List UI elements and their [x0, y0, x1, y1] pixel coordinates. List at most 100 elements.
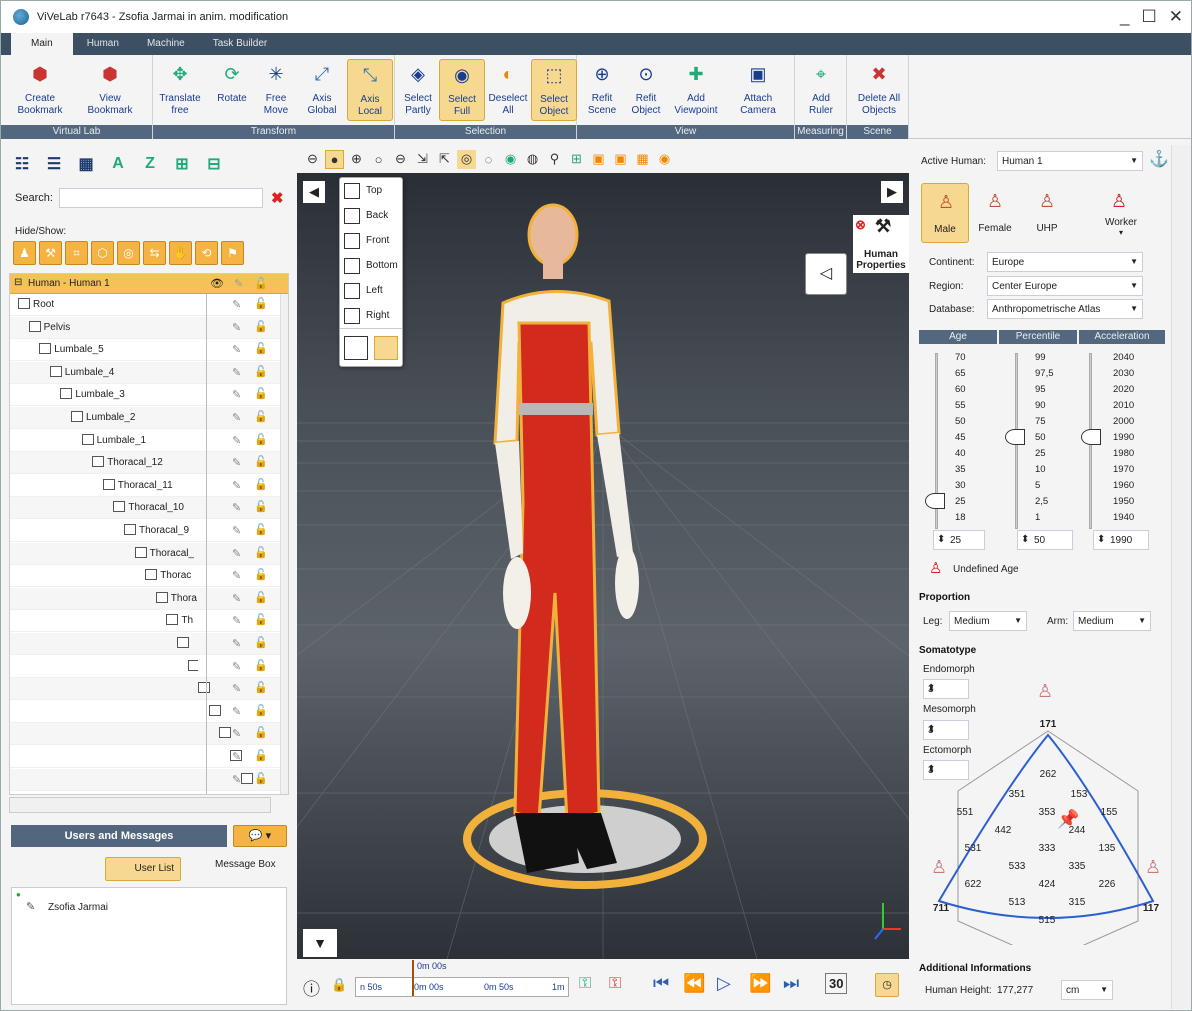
transform-filter-icon[interactable]: ⟲ [195, 241, 218, 265]
lock-icon[interactable]: 🔓 [254, 659, 268, 672]
user-list-button[interactable]: User List [105, 857, 181, 881]
sort-za-icon[interactable]: Z [137, 150, 163, 178]
male-button[interactable]: ♙ Male [921, 183, 969, 243]
timeline-track[interactable]: n 50s 0m 00s 0m 50s 1m [355, 960, 569, 997]
somatochart[interactable]: 171262351 153551 353 155442 244531 333 135533 3… [911, 675, 1167, 945]
select-partly-button[interactable]: ◈ Select Partly [395, 59, 441, 121]
view-front-item[interactable]: Front [340, 228, 402, 253]
comment-button[interactable]: ◁ [805, 253, 847, 295]
tree-row[interactable]: Thoracal_ ✎ 🔓 [10, 542, 280, 565]
lock-icon[interactable]: 🔓 [254, 546, 268, 559]
leg-select[interactable]: Medium [949, 611, 1027, 631]
lock-icon[interactable]: 🔓 [254, 455, 268, 468]
undefined-age-icon[interactable]: ♙ [929, 559, 942, 577]
render-wire-icon[interactable]: ⊖ [303, 150, 322, 169]
lock-icon[interactable]: 🔓 [254, 704, 268, 717]
properties-scrollbar[interactable] [1171, 145, 1191, 1009]
close-button[interactable]: ✕ [1169, 7, 1183, 27]
human-model[interactable] [493, 203, 639, 873]
human-filter-icon[interactable]: ♟ [13, 241, 36, 265]
region-select[interactable]: Center Europe [987, 276, 1143, 296]
orthographic-icon[interactable] [374, 335, 398, 360]
maximize-button[interactable]: ☐ [1142, 7, 1157, 27]
delete-all-objects-button[interactable]: ✖ Delete All Objects [853, 59, 905, 121]
list-item[interactable]: Zsofia Jarmai [48, 902, 108, 913]
clock-icon[interactable]: ◷ [875, 973, 899, 997]
lock-icon[interactable]: 🔓 [254, 613, 268, 626]
lock-icon[interactable]: 🔓 [254, 500, 268, 513]
tab-main[interactable]: Main [11, 33, 73, 55]
playhead[interactable] [412, 960, 414, 996]
pin-icon[interactable]: ✎ [232, 479, 241, 492]
eye-icon[interactable]: 👁 [210, 277, 224, 290]
lock-icon[interactable]: 🔓 [254, 387, 268, 400]
pin-icon[interactable]: ✎ [232, 569, 241, 582]
uhp-button[interactable]: ♙ UHP [1023, 183, 1071, 243]
tree-row[interactable]: ✎ 🔓 [10, 633, 280, 655]
clear-search-icon[interactable]: ✖ [271, 189, 284, 207]
pin-icon[interactable]: ✎ [232, 321, 241, 334]
step-back-icon[interactable]: ⏪ [683, 973, 705, 994]
marker-filter-icon[interactable]: ⚑ [221, 241, 244, 265]
arrow-filter-icon[interactable]: ⇆ [143, 241, 166, 265]
view-bookmark-button[interactable]: ⬢ View Bookmark [87, 59, 133, 121]
pin-icon[interactable]: ✎ [232, 727, 241, 740]
anchor-icon[interactable]: ⚓ [1149, 149, 1169, 169]
lock-icon[interactable]: 🔓 [254, 523, 268, 536]
pin-icon[interactable]: ✎ [232, 682, 241, 695]
tab-machine[interactable]: Machine [133, 33, 199, 55]
tree-row[interactable]: Thoracal_9 ✎ 🔓 [10, 520, 280, 542]
attach-camera-button[interactable]: ▣ Attach Camera [735, 59, 781, 121]
tree-row[interactable]: Lumbale_2 ✎ 🔓 [10, 407, 280, 429]
tree-horizontal-scrollbar[interactable] [9, 797, 271, 813]
tree-row[interactable]: ✎ 🔓 [10, 656, 280, 678]
pin-icon[interactable]: ✎ [232, 614, 241, 627]
lock-icon[interactable]: 🔓 [254, 568, 268, 581]
tree-row[interactable]: Lumbale_1 ✎ 🔓 [10, 430, 280, 452]
tree-row[interactable]: ✎ 🔓 [10, 723, 280, 746]
add-keyframe-icon[interactable]: ⚿ [579, 975, 591, 993]
pin-icon[interactable]: ✎ [232, 388, 241, 401]
lock-icon[interactable]: 🔓 [254, 591, 268, 604]
lock-icon[interactable]: 🔓 [254, 433, 268, 446]
pin-icon[interactable]: ✎ [232, 547, 241, 560]
pin-icon[interactable]: ✎ [232, 750, 241, 763]
delete-keyframe-icon[interactable]: ⚿ [609, 975, 621, 993]
pin-icon[interactable]: ✎ [232, 366, 241, 379]
pin-icon[interactable]: ✎ [232, 773, 241, 786]
object-filter-icon[interactable]: ⬡ [91, 241, 114, 265]
view-top-item[interactable]: Top [340, 178, 402, 203]
pin-icon[interactable]: ✎ [234, 277, 243, 290]
lock-icon[interactable]: 🔓 [254, 726, 268, 739]
view-back-item[interactable]: Back [340, 203, 402, 228]
select-object-button[interactable]: ⬚ Select Object [531, 59, 577, 121]
deselect-all-button[interactable]: ◐ Deselect All [485, 59, 531, 121]
view-a-icon[interactable]: ◉ [501, 150, 520, 169]
tree-vertical-scrollbar[interactable] [280, 294, 288, 794]
expand-all-icon[interactable]: ⊞ [169, 150, 195, 178]
analysis-d-icon[interactable]: ◉ [655, 150, 674, 169]
active-human-field[interactable]: Human 1 [997, 151, 1143, 171]
tree-row[interactable]: Thoracal_10 ✎ 🔓 [10, 497, 280, 520]
lock-icon[interactable]: 🔓 [254, 297, 268, 310]
message-box-button[interactable]: Message Box [189, 859, 276, 870]
minimize-button[interactable]: _ [1120, 7, 1129, 27]
translate-button[interactable]: ✥ Translate free [157, 59, 203, 121]
collapse-right-icon[interactable]: ▶ [881, 181, 903, 203]
pin-icon[interactable]: ✎ [232, 705, 241, 718]
tree-row[interactable]: Thoracal_12 ✎ 🔓 [10, 452, 280, 475]
axis-global-button[interactable]: ⤢ Axis Global [299, 59, 345, 121]
go-end-icon[interactable]: ⏭ [783, 973, 799, 994]
tree-row[interactable]: Thorac ✎ 🔓 [10, 565, 280, 588]
render-solid-icon[interactable]: ● [325, 149, 344, 169]
grip-tool-icon[interactable]: ⊞ [567, 150, 586, 169]
pin-icon[interactable]: ✎ [232, 411, 241, 424]
tree-row[interactable]: Lumbale_5 ✎ 🔓 [10, 339, 280, 362]
render-grid-icon[interactable]: ⊖ [391, 150, 410, 169]
view-b-icon[interactable]: ◍ [523, 150, 542, 169]
highlight-icon[interactable]: ◎ [457, 149, 476, 169]
somatotype-pin-icon[interactable]: 📌 [1057, 809, 1079, 830]
sort-az-icon[interactable]: A [105, 150, 131, 178]
expand-timeline-icon[interactable]: ▼ [303, 929, 337, 957]
info-icon[interactable]: ⓘ [303, 975, 320, 1000]
